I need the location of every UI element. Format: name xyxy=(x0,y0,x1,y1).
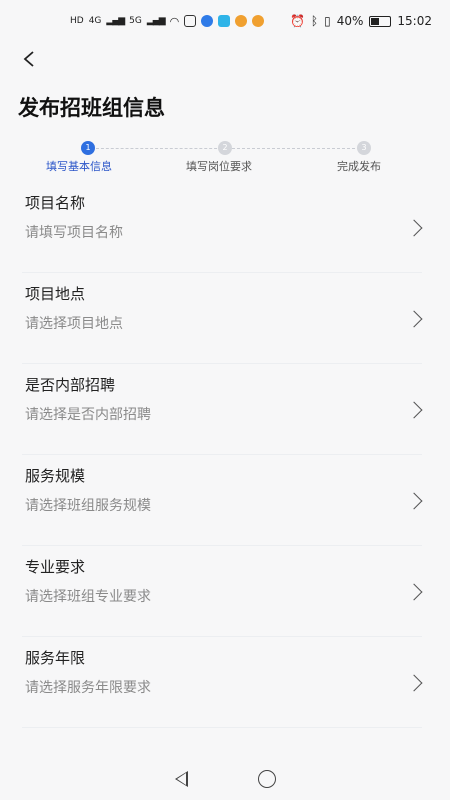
app-notification-icon-4 xyxy=(235,15,248,27)
row-label: 服务规模 xyxy=(25,467,86,485)
row-label: 专业要求 xyxy=(25,558,86,576)
row-placeholder: 请选择是否内部招聘 xyxy=(25,407,151,423)
vibrate-icon: ▯ xyxy=(324,14,331,28)
chevron-right-icon xyxy=(405,401,423,419)
row-placeholder: 请选择班组服务规模 xyxy=(25,498,151,514)
step-connector-1 xyxy=(96,148,222,149)
app-notification-icon xyxy=(184,15,197,27)
step-connector-2 xyxy=(232,148,360,149)
signal-icon-2: ▂▄▆ xyxy=(146,16,166,26)
row-label: 服务年限 xyxy=(25,649,86,667)
form-row-internal-recruitment[interactable]: 是否内部招聘 请选择是否内部招聘 xyxy=(22,364,423,455)
step-2-indicator: 2 xyxy=(218,141,232,155)
step-1-indicator: 1 xyxy=(81,141,95,155)
signal-icon: ▂▄▆ xyxy=(106,16,125,26)
status-time: 15:02 xyxy=(397,14,432,28)
back-button[interactable] xyxy=(14,44,44,74)
chevron-right-icon xyxy=(405,583,423,601)
nav-back-button[interactable] xyxy=(174,771,188,787)
form-list: 项目名称 请填写项目名称 项目地点 请选择项目地点 是否内部招聘 请选择是否内部… xyxy=(0,182,450,728)
battery-percent: 40% xyxy=(336,14,364,28)
progress-stepper: 1 2 3 填写基本信息 填写岗位要求 完成发布 xyxy=(0,138,450,178)
nav-home-button[interactable] xyxy=(257,770,276,788)
alarm-icon: ⏰ xyxy=(289,14,305,28)
step-1-label: 填写基本信息 xyxy=(46,160,112,173)
row-label: 项目名称 xyxy=(25,194,86,212)
step-2-label: 填写岗位要求 xyxy=(186,160,252,173)
hd-icon: HD xyxy=(70,16,84,26)
app-notification-icon-5 xyxy=(252,15,265,27)
chevron-right-icon xyxy=(405,492,423,510)
chevron-right-icon xyxy=(405,674,423,692)
form-row-project-location[interactable]: 项目地点 请选择项目地点 xyxy=(22,273,423,364)
form-row-specialty[interactable]: 专业要求 请选择班组专业要求 xyxy=(22,546,423,637)
net-type-2: 5G xyxy=(129,16,142,26)
status-right: ⏰ ᛒ ▯ 40% 15:02 xyxy=(290,14,432,28)
status-bar: HD 4G ▂▄▆ 5G ▂▄▆ ◠ ⏰ ᛒ ▯ 40% 15:02 xyxy=(0,0,450,42)
app-notification-icon-3 xyxy=(218,15,231,27)
chevron-right-icon xyxy=(405,310,423,328)
bluetooth-icon: ᛒ xyxy=(310,14,319,28)
net-type-1: 4G xyxy=(88,16,102,26)
step-3-indicator: 3 xyxy=(357,141,371,155)
row-placeholder: 请选择服务年限要求 xyxy=(25,680,151,696)
step-3-label: 完成发布 xyxy=(337,160,381,173)
form-row-service-years[interactable]: 服务年限 请选择服务年限要求 xyxy=(22,637,423,728)
row-label: 项目地点 xyxy=(25,285,86,303)
app-notification-icon-2 xyxy=(201,15,214,27)
row-placeholder: 请填写项目名称 xyxy=(25,225,123,241)
battery-icon xyxy=(369,15,392,27)
form-row-project-name[interactable]: 项目名称 请填写项目名称 xyxy=(22,182,423,273)
row-placeholder: 请选择项目地点 xyxy=(25,316,123,332)
page-title: 发布招班组信息 xyxy=(18,96,165,120)
row-label: 是否内部招聘 xyxy=(25,376,116,394)
chevron-left-icon xyxy=(23,51,34,67)
system-nav-bar xyxy=(0,758,450,800)
chevron-right-icon xyxy=(405,219,423,237)
status-left: HD 4G ▂▄▆ 5G ▂▄▆ ◠ xyxy=(70,14,265,28)
wifi-icon: ◠ xyxy=(169,14,180,28)
form-row-service-scale[interactable]: 服务规模 请选择班组服务规模 xyxy=(22,455,423,546)
row-placeholder: 请选择班组专业要求 xyxy=(25,589,151,605)
